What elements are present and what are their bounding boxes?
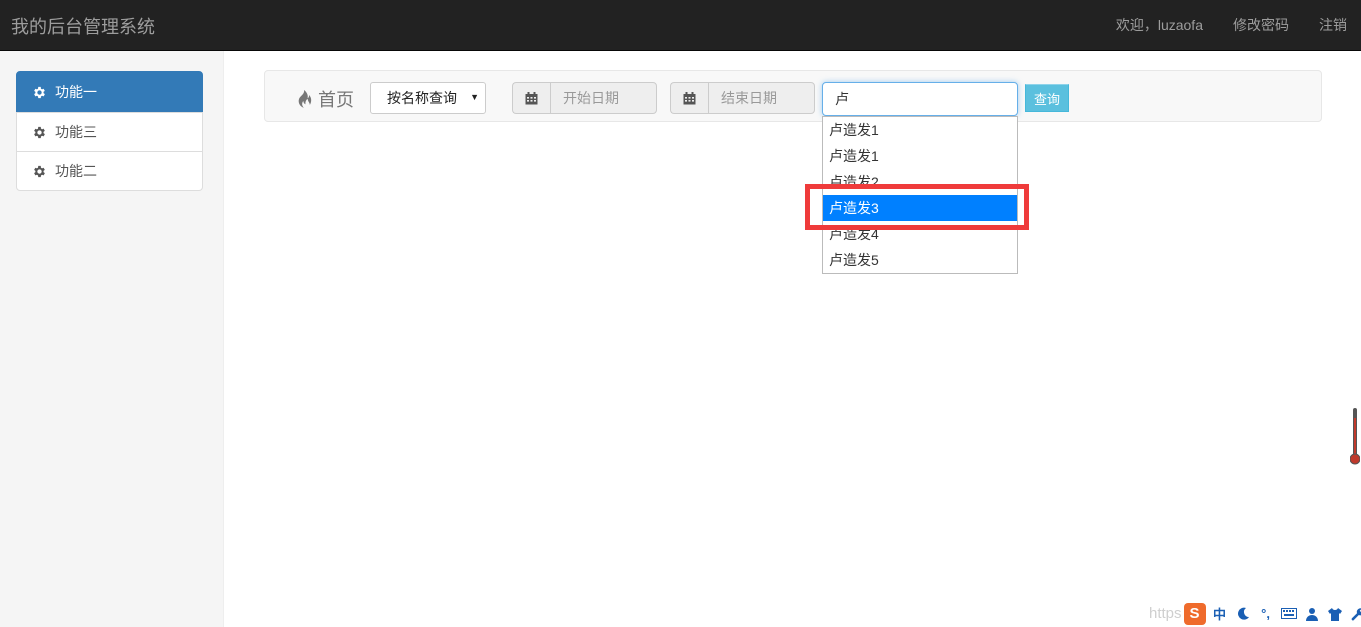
keyboard-icon[interactable]	[1280, 605, 1298, 623]
sidebar-item-function-3[interactable]: 功能三	[16, 112, 203, 152]
sidebar: 功能一 功能三 功能二	[0, 51, 224, 627]
autocomplete-item[interactable]: 卢造发1	[823, 143, 1017, 169]
annotation-highlight-box	[805, 184, 1029, 230]
query-type-select[interactable]: 按名称查询 ▼	[370, 82, 486, 114]
user-icon[interactable]	[1303, 605, 1321, 623]
top-navbar: 我的后台管理系统 欢迎，luzaofa 修改密码 注销	[0, 0, 1361, 51]
query-button[interactable]: 查询	[1025, 84, 1069, 112]
logout-link[interactable]: 注销	[1304, 0, 1361, 50]
sidebar-item-label: 功能二	[55, 163, 97, 179]
ime-toolbar: S 中 °,	[1183, 602, 1361, 625]
calendar-icon[interactable]	[670, 82, 708, 114]
sidebar-item-label: 功能三	[55, 124, 97, 140]
autocomplete-item[interactable]: 卢造发5	[823, 247, 1017, 273]
end-date-input[interactable]: 结束日期	[708, 82, 815, 114]
punctuation-icon[interactable]: °,	[1257, 605, 1275, 623]
chinese-mode-icon[interactable]: 中	[1211, 605, 1229, 623]
system-tray: https S 中 °,	[1149, 600, 1361, 627]
home-link[interactable]: 首页	[296, 86, 354, 112]
end-date-group: 结束日期	[670, 82, 816, 116]
wrench-icon[interactable]	[1349, 605, 1361, 623]
thermometer-icon	[1349, 408, 1361, 466]
watermark-text: https	[1149, 605, 1182, 622]
start-date-input[interactable]: 开始日期	[550, 82, 657, 114]
skin-shirt-icon[interactable]	[1326, 605, 1344, 623]
sidebar-menu: 功能一 功能三 功能二	[16, 71, 203, 191]
change-password-link[interactable]: 修改密码	[1218, 0, 1304, 50]
gear-icon	[32, 164, 47, 179]
app-brand[interactable]: 我的后台管理系统	[11, 13, 155, 39]
sidebar-item-function-2[interactable]: 功能二	[16, 151, 203, 191]
welcome-user-link[interactable]: 欢迎，luzaofa	[1101, 0, 1218, 50]
query-type-value: 按名称查询	[387, 90, 457, 106]
name-search-input[interactable]: 卢	[822, 82, 1018, 116]
caret-down-icon: ▼	[470, 92, 479, 102]
navbar-right-links: 欢迎，luzaofa 修改密码 注销	[1101, 0, 1361, 50]
start-date-group: 开始日期	[512, 82, 658, 116]
gear-icon	[32, 125, 47, 140]
fire-icon	[296, 90, 312, 108]
sidebar-item-function-1[interactable]: 功能一	[16, 71, 203, 113]
sidebar-item-label: 功能一	[55, 84, 97, 100]
calendar-icon[interactable]	[512, 82, 550, 114]
gear-icon	[32, 85, 47, 100]
autocomplete-item[interactable]: 卢造发1	[823, 117, 1017, 143]
moon-icon[interactable]	[1234, 605, 1252, 623]
home-label: 首页	[318, 90, 354, 110]
search-panel: 首页 按名称查询 ▼ 开始日期 结束日期 卢 查询	[264, 70, 1322, 122]
sogou-ime-icon[interactable]: S	[1183, 602, 1206, 625]
